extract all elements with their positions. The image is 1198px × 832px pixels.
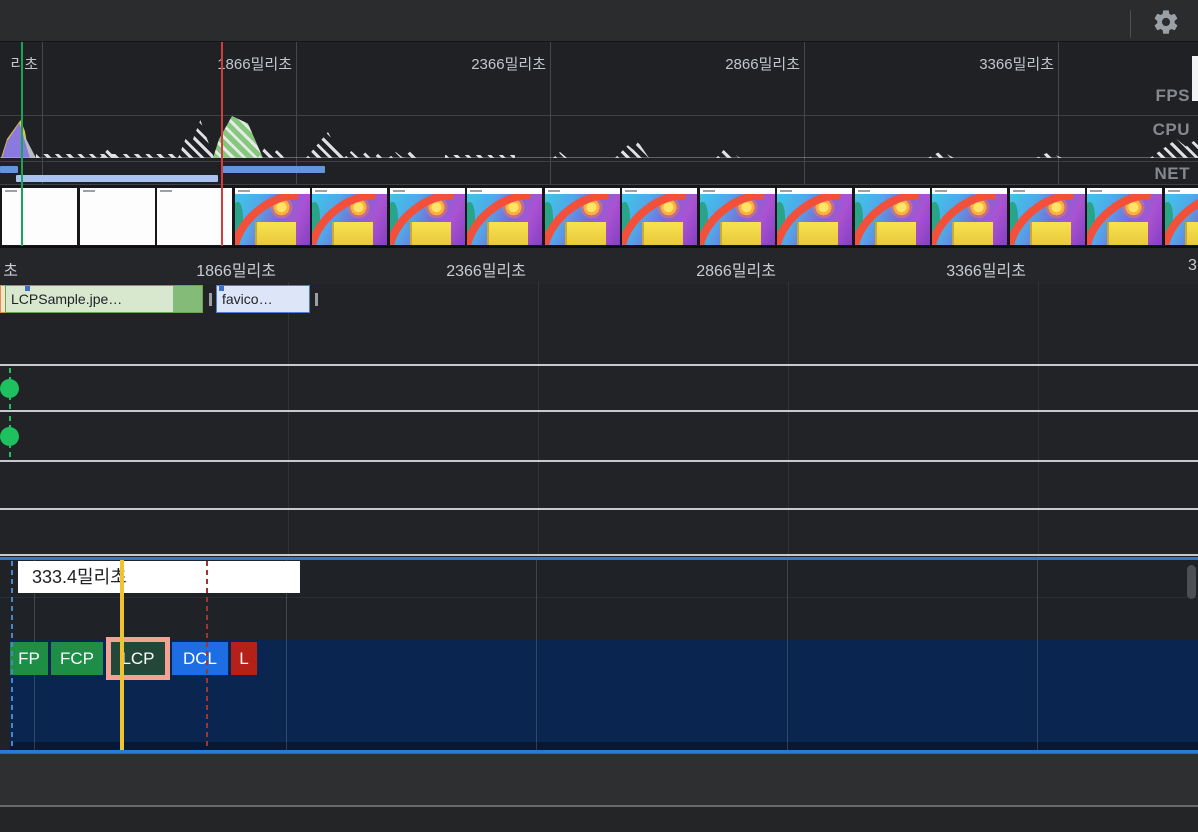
timing-marker-l[interactable]: L: [231, 642, 257, 675]
section-top-border: [0, 557, 1198, 560]
details-panel: [0, 754, 1198, 805]
overview-scrollbar[interactable]: [1192, 56, 1198, 101]
dcl-dashed-line: [206, 561, 208, 746]
track-area: 초1866밀리초2366밀리초2866밀리초3366밀리초3 LCPSample…: [0, 246, 1198, 557]
fcp-dashed-line: [11, 561, 13, 750]
overview-pane[interactable]: 리초1866밀리초2366밀리초2866밀리초3366밀리초 FPSCPUNET: [0, 42, 1198, 246]
status-panel: [0, 807, 1198, 832]
timing-marker-fcp[interactable]: FCP: [51, 642, 103, 675]
timing-marker-dcl[interactable]: DCL: [172, 642, 228, 675]
timing-marker-lcp[interactable]: LCP: [106, 637, 170, 680]
toolbar: [0, 0, 1198, 42]
animations-track: [0, 246, 1198, 557]
timing-markers: FPFCPLCPDCLL: [0, 557, 1198, 753]
overview-marker-green-line: [21, 42, 23, 246]
toolbar-divider: [1130, 10, 1131, 38]
timings-section: 333.4밀리초 FPFCPLCPDCLL: [0, 557, 1198, 753]
devtools-performance-panel: 리초1866밀리초2366밀리초2866밀리초3366밀리초 FPSCPUNET…: [0, 0, 1198, 832]
flame-scrollbar[interactable]: [1187, 565, 1196, 599]
gear-icon[interactable]: [1152, 8, 1180, 36]
lane-label-cpu: CPU: [1153, 120, 1190, 140]
overview-marker-red-line: [221, 42, 223, 246]
animation-event-dot[interactable]: [0, 427, 19, 446]
lane-label-fps: FPS: [1155, 86, 1190, 106]
timing-marker-fp[interactable]: FP: [10, 642, 48, 675]
lcp-marker-line: [120, 557, 124, 753]
animation-event-dot[interactable]: [0, 379, 19, 398]
lane-label-net: NET: [1155, 164, 1191, 184]
lane-labels: FPS CPU NET: [0, 42, 1198, 246]
